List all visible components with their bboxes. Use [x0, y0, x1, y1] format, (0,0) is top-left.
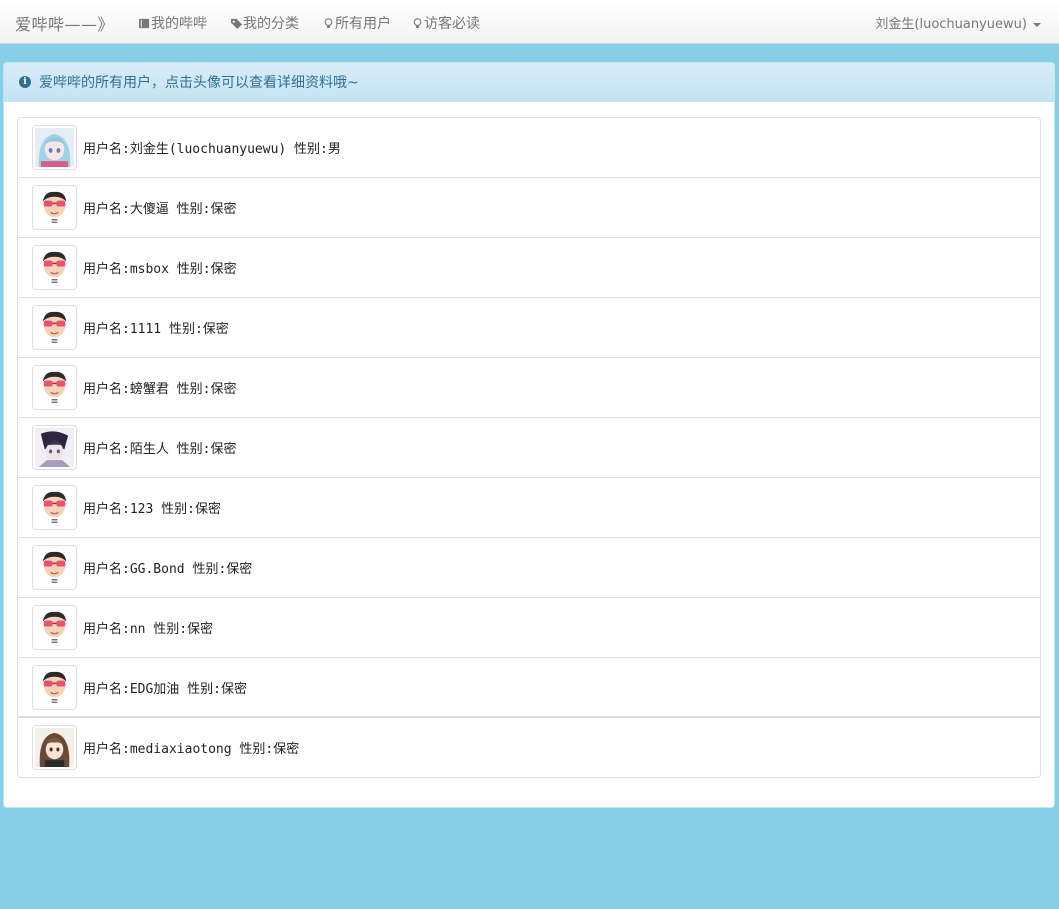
user-info-text: 用户名:刘金生(luochuanyuewu) 性别:男 [83, 142, 341, 157]
panel-heading: i 爱哔哔的所有用户，点击头像可以查看详细资料哦~ [4, 63, 1054, 102]
user-info-text: 用户名:大傻逼 性别:保密 [83, 202, 237, 217]
top-navbar: 爱哔哔——》 我的哔哔 我的分类 所有用户 访客必读 刘金生(luochuany… [0, 0, 1059, 44]
user-info-text: 用户名:GG.Bond 性别:保密 [83, 562, 253, 577]
user-dropdown[interactable]: 刘金生(luochuanyuewu) [875, 13, 1041, 32]
lightbulb-icon [324, 17, 333, 28]
user-avatar-icon [35, 428, 74, 467]
nav-visitor-guide[interactable]: 访客必读 [412, 13, 480, 33]
avatar[interactable] [32, 425, 77, 470]
user-info-text: 用户名:mediaxiaotong 性别:保密 [83, 742, 300, 757]
list-item: 用户名:大傻逼 性别:保密 [18, 178, 1040, 238]
nav-all-users[interactable]: 所有用户 [323, 13, 391, 33]
user-avatar-icon [35, 608, 74, 647]
avatar[interactable] [32, 725, 77, 770]
list-item: 用户名:陌生人 性别:保密 [18, 418, 1040, 478]
user-dropdown-label: 刘金生(luochuanyuewu) [875, 17, 1027, 32]
avatar[interactable] [32, 605, 77, 650]
user-avatar-icon [35, 308, 74, 347]
user-info-text: 用户名:陌生人 性别:保密 [83, 442, 237, 457]
nav-my-categories[interactable]: 我的分类 [231, 13, 299, 33]
user-avatar-icon [35, 368, 74, 407]
avatar[interactable] [32, 305, 77, 350]
user-info-text: 用户名:msbox 性别:保密 [83, 262, 237, 277]
avatar[interactable] [32, 664, 77, 710]
list-item: 用户名:GG.Bond 性别:保密 [18, 538, 1040, 598]
nav-visitor-guide-label: 访客必读 [424, 16, 480, 32]
user-avatar-icon [35, 248, 74, 287]
users-panel: i 爱哔哔的所有用户，点击头像可以查看详细资料哦~ 用户名:刘金生(luochu… [3, 62, 1055, 808]
user-avatar-icon [35, 488, 74, 527]
avatar[interactable] [32, 245, 77, 290]
list-item: 用户名:1111 性别:保密 [18, 298, 1040, 358]
list-item: 用户名:EDG加油 性别:保密 [18, 658, 1040, 718]
user-avatar-icon [35, 128, 74, 167]
book-icon [139, 18, 150, 28]
list-item: 用户名:刘金生(luochuanyuewu) 性别:男 [18, 118, 1040, 178]
list-item: 用户名:msbox 性别:保密 [18, 238, 1040, 298]
user-info-text: 用户名:nn 性别:保密 [83, 622, 214, 637]
nav-my-bibi[interactable]: 我的哔哔 [139, 13, 207, 33]
user-info-text: 用户名:EDG加油 性别:保密 [83, 681, 247, 697]
list-item: 用户名:123 性别:保密 [18, 478, 1040, 538]
user-avatar-icon [35, 188, 74, 227]
user-info-text: 用户名:123 性别:保密 [83, 502, 221, 517]
brand-link[interactable]: 爱哔哔——》 [15, 11, 114, 35]
avatar[interactable] [32, 485, 77, 530]
info-icon: i [19, 76, 31, 88]
tag-icon [231, 18, 242, 29]
user-info-text: 用户名:1111 性别:保密 [83, 322, 229, 337]
avatar[interactable] [32, 185, 77, 230]
list-item: 用户名:nn 性别:保密 [18, 598, 1040, 658]
nav-all-users-label: 所有用户 [335, 16, 391, 32]
avatar[interactable] [32, 365, 77, 410]
user-avatar-icon [35, 548, 74, 587]
nav-my-categories-label: 我的分类 [243, 16, 299, 32]
user-avatar-icon [35, 728, 74, 767]
nav-my-bibi-label: 我的哔哔 [151, 16, 207, 32]
lightbulb-icon [413, 17, 422, 28]
caret-down-icon [1033, 22, 1041, 27]
list-item: 用户名:螃蟹君 性别:保密 [18, 358, 1040, 418]
user-avatar-icon [35, 668, 74, 707]
avatar[interactable] [32, 545, 77, 590]
avatar[interactable] [32, 125, 77, 170]
user-info-text: 用户名:螃蟹君 性别:保密 [83, 382, 237, 397]
user-list: 用户名:刘金生(luochuanyuewu) 性别:男 用户名:大傻逼 性别:保… [17, 117, 1041, 778]
panel-heading-text: 爱哔哔的所有用户，点击头像可以查看详细资料哦~ [39, 75, 359, 91]
list-item: 用户名:mediaxiaotong 性别:保密 [18, 718, 1040, 777]
